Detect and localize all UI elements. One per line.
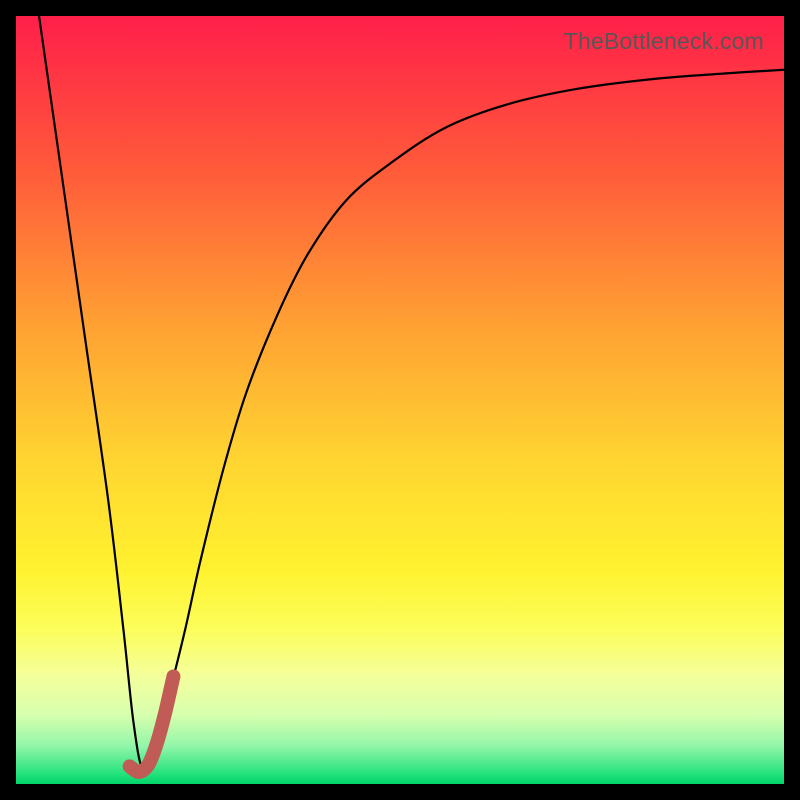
series-highlight-hook <box>130 676 174 771</box>
plot-area: TheBottleneck.com <box>16 16 784 784</box>
series-bottleneck-curve <box>39 16 784 769</box>
curve-layer <box>16 16 784 784</box>
watermark-text: TheBottleneck.com <box>564 28 764 55</box>
chart-frame: TheBottleneck.com <box>0 0 800 800</box>
